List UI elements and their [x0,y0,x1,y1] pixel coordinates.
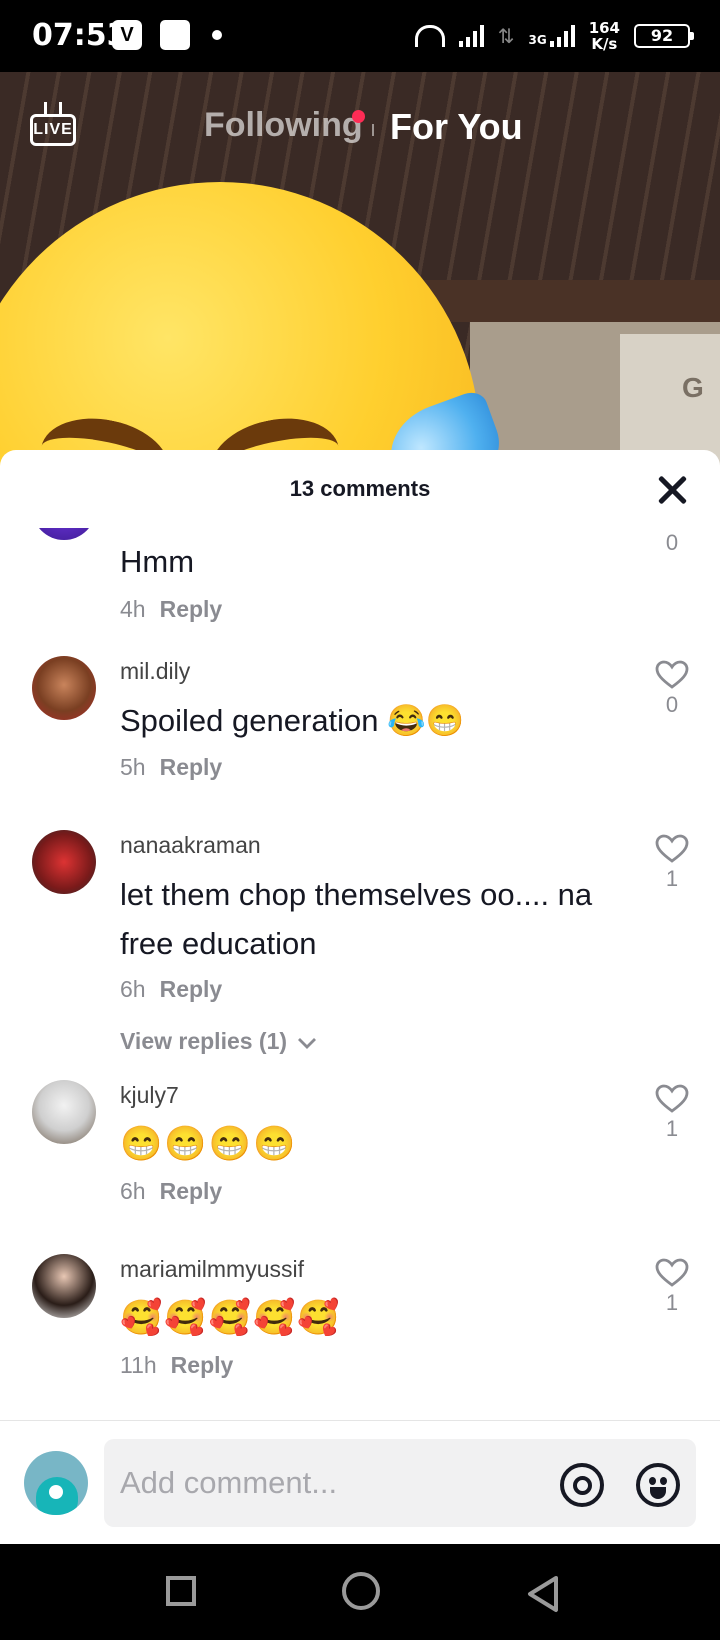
at-sign-icon[interactable] [560,1463,604,1507]
heart-outline-icon [655,834,689,863]
comment-text: 🥰🥰🥰🥰🥰 [120,1299,342,1337]
signal-strength-icon [458,25,484,47]
comment-meta: 6h Reply [120,1178,222,1205]
like-button[interactable]: 0 [652,528,692,556]
network-speed: 164 K/s [589,20,620,52]
comment-time: 4h [120,596,146,622]
smile-icon[interactable] [636,1463,680,1507]
comments-list[interactable]: Hmm 4h Reply 0 mil.dily Spoiled generatio… [0,528,720,1420]
like-button[interactable]: 1 [652,1084,692,1142]
comment-text: Hmm [120,544,195,579]
data-arrows-icon: ⇅ [497,24,515,48]
like-count: 1 [665,866,679,891]
comment-text: let them chop themselves oo.... na free … [120,877,593,961]
feed-tabs: Following For You [0,106,720,156]
comment-time: 6h [120,976,146,1002]
comment-username[interactable]: nanaakraman [120,832,261,859]
avatar-character-eye [49,1485,63,1499]
comment-input-placeholder: Add comment... [120,1465,338,1500]
heart-outline-icon [655,1258,689,1287]
like-count: 0 [665,692,679,717]
home-button[interactable] [342,1572,380,1610]
comment-username[interactable]: kjuly7 [120,1082,179,1109]
view-replies-label: View replies (1) [120,1028,288,1054]
avatar[interactable] [32,830,96,894]
new-content-dot [352,110,365,123]
tab-separator [372,124,374,136]
network-speed-value: 164 [588,19,620,37]
reply-button[interactable]: Reply [160,976,223,1002]
tab-for-you[interactable]: For You [390,106,523,148]
like-button[interactable]: 0 [652,660,692,718]
like-count: 1 [665,1116,679,1141]
comment-meta: 6h Reply [120,976,222,1003]
like-button[interactable]: 1 [652,834,692,892]
current-user-avatar[interactable] [24,1451,88,1515]
headphones-icon [414,25,445,47]
comment-composer: Add comment... [0,1420,720,1544]
avatar[interactable] [32,656,96,720]
mobile-network-icon: 3G [528,25,575,47]
avatar[interactable] [32,528,96,540]
heart-outline-icon [655,1084,689,1113]
reply-button[interactable]: Reply [171,1352,234,1378]
recents-button[interactable] [166,1576,196,1606]
heart-outline-icon [655,660,689,689]
system-nav-bar [0,1544,720,1640]
network-type: 3G [528,33,547,47]
battery-icon: 92 [634,24,694,48]
comment-time: 6h [120,1178,146,1204]
comment-meta: 4h Reply [120,596,222,623]
comment-meta: 5h Reply [120,754,222,781]
vpn-app-icon: V [112,20,142,50]
comment-username[interactable]: mariamilmmyussif [120,1256,304,1283]
avatar[interactable] [32,1080,96,1144]
tab-following[interactable]: Following [204,106,363,145]
comment-time: 5h [120,754,146,780]
view-replies-button[interactable]: View replies (1) [120,1028,317,1055]
like-count: 1 [665,1290,679,1315]
comment-text: Spoiled generation 😂😁 [120,703,465,738]
network-speed-unit: K/s [591,35,618,53]
comment-meta: 11h Reply [120,1352,233,1379]
back-button[interactable] [524,1574,564,1614]
reply-button[interactable]: Reply [160,754,223,780]
like-button[interactable]: 1 [652,1258,692,1316]
comments-sheet: 13 comments Hmm 4h Reply 0 mil.dily Spoil… [0,450,720,1544]
status-bar: 07:53 V ⇅ 3G 164 K/s 92 [0,0,720,72]
video-sign-text: G [682,372,704,403]
status-right-cluster: ⇅ 3G 164 K/s 92 [414,14,694,58]
comment-time: 11h [120,1352,157,1378]
comment-username[interactable]: mil.dily [120,658,190,685]
comment-text: 😁😁😁😁 [120,1125,298,1163]
more-notifications-dot-icon [212,30,222,40]
notification-app-icon [160,20,190,50]
comment-input[interactable]: Add comment... [104,1439,696,1527]
like-count: 0 [665,530,679,555]
chevron-down-icon [298,1038,317,1049]
reply-button[interactable]: Reply [160,596,223,622]
avatar[interactable] [32,1254,96,1318]
comments-header: 13 comments [0,450,720,528]
reply-button[interactable]: Reply [160,1178,223,1204]
comments-count-title: 13 comments [289,476,431,501]
close-icon[interactable] [656,474,688,506]
